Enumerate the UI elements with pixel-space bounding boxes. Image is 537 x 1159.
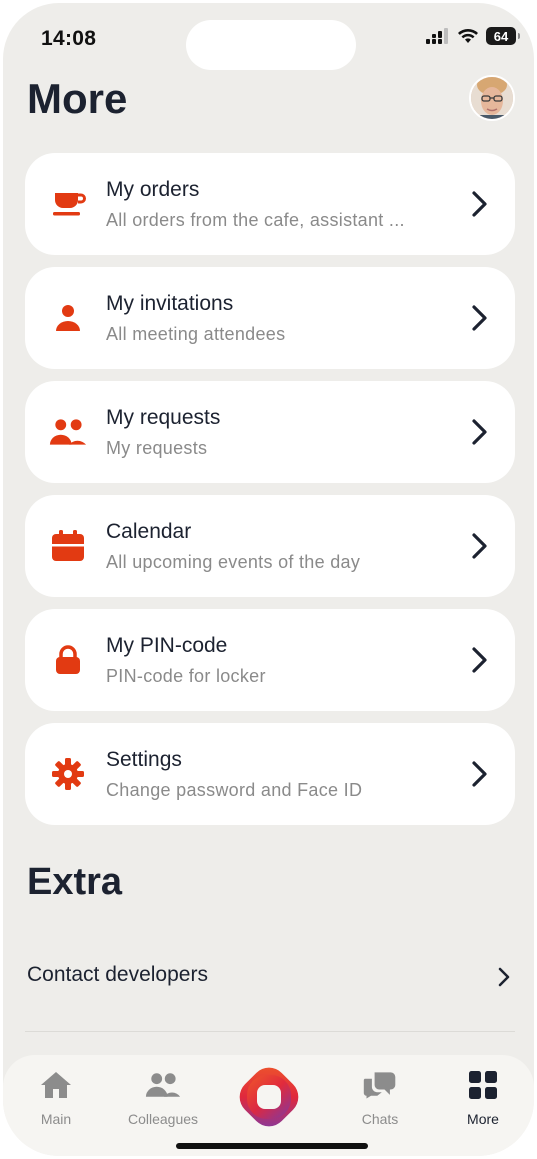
menu-item-calendar[interactable]: Calendar All upcoming events of the day [25, 495, 515, 597]
chevron-right-icon [498, 967, 510, 987]
app-logo-button[interactable] [235, 1063, 303, 1131]
chevron-right-icon [472, 305, 487, 331]
battery-icon: 64 [486, 27, 520, 45]
status-icons: 64 [426, 27, 520, 45]
home-indicator[interactable] [176, 1143, 368, 1149]
tab-bar: Main Colleagues Chats More [3, 1055, 534, 1156]
chat-icon [362, 1069, 398, 1101]
cellular-signal-icon [426, 28, 448, 44]
people-icon [145, 1069, 181, 1101]
user-photo [471, 77, 513, 119]
menu-item-subtitle: All upcoming events of the day [106, 552, 361, 572]
menu-item-subtitle: Change password and Face ID [106, 780, 363, 800]
lock-icon [49, 642, 87, 678]
page-title: More [27, 75, 128, 122]
menu-item-title: Settings [106, 748, 182, 771]
menu-item-subtitle: PIN-code for locker [106, 666, 266, 686]
menu-item-title: My PIN-code [106, 634, 228, 657]
menu-item-title: Calendar [106, 520, 192, 543]
contact-developers-row[interactable]: Contact developers [25, 951, 515, 1003]
tab-more[interactable]: More [433, 1069, 533, 1129]
section-title-extra: Extra [27, 861, 123, 903]
people-icon [49, 414, 87, 450]
tab-colleagues[interactable]: Colleagues [113, 1069, 213, 1129]
wifi-icon [458, 29, 478, 43]
tab-chats[interactable]: Chats [330, 1069, 430, 1129]
dynamic-island [186, 20, 356, 70]
battery-level: 64 [493, 28, 509, 44]
menu-item-my-orders[interactable]: My orders All orders from the cafe, assi… [25, 153, 515, 255]
tab-label: Chats [361, 1111, 399, 1127]
chevron-right-icon [472, 419, 487, 445]
cup-icon [49, 186, 87, 222]
status-time: 14:08 [41, 27, 97, 50]
tab-main[interactable]: Main [6, 1069, 106, 1129]
gear-icon [49, 756, 87, 792]
menu-item-title: My requests [106, 406, 221, 429]
menu-item-my-invitations[interactable]: My invitations All meeting attendees [25, 267, 515, 369]
tab-label: More [467, 1111, 499, 1127]
menu-item-my-requests[interactable]: My requests My requests [25, 381, 515, 483]
menu-list: My orders All orders from the cafe, assi… [25, 153, 515, 825]
chevron-right-icon [472, 533, 487, 559]
contact-developers-label: Contact developers [27, 963, 208, 986]
calendar-icon [49, 528, 87, 564]
app-logo-icon [239, 1067, 299, 1127]
grid-icon [465, 1069, 501, 1101]
person-icon [49, 300, 87, 336]
menu-item-my-pin-code[interactable]: My PIN-code PIN-code for locker [25, 609, 515, 711]
home-icon [38, 1069, 74, 1101]
tab-label: Colleagues [127, 1111, 199, 1127]
app-screen: 14:08 64 More My orders All orders from … [3, 3, 534, 1156]
divider [25, 1031, 515, 1032]
chevron-right-icon [472, 647, 487, 673]
menu-item-settings[interactable]: Settings Change password and Face ID [25, 723, 515, 825]
menu-item-title: My invitations [106, 292, 234, 315]
menu-item-subtitle: All orders from the cafe, assistant ... [106, 210, 405, 230]
menu-item-title: My orders [106, 178, 200, 201]
tab-label: Main [40, 1111, 72, 1127]
avatar[interactable] [469, 75, 515, 121]
chevron-right-icon [472, 761, 487, 787]
menu-item-subtitle: All meeting attendees [106, 324, 286, 344]
menu-item-subtitle: My requests [106, 438, 208, 458]
chevron-right-icon [472, 191, 487, 217]
